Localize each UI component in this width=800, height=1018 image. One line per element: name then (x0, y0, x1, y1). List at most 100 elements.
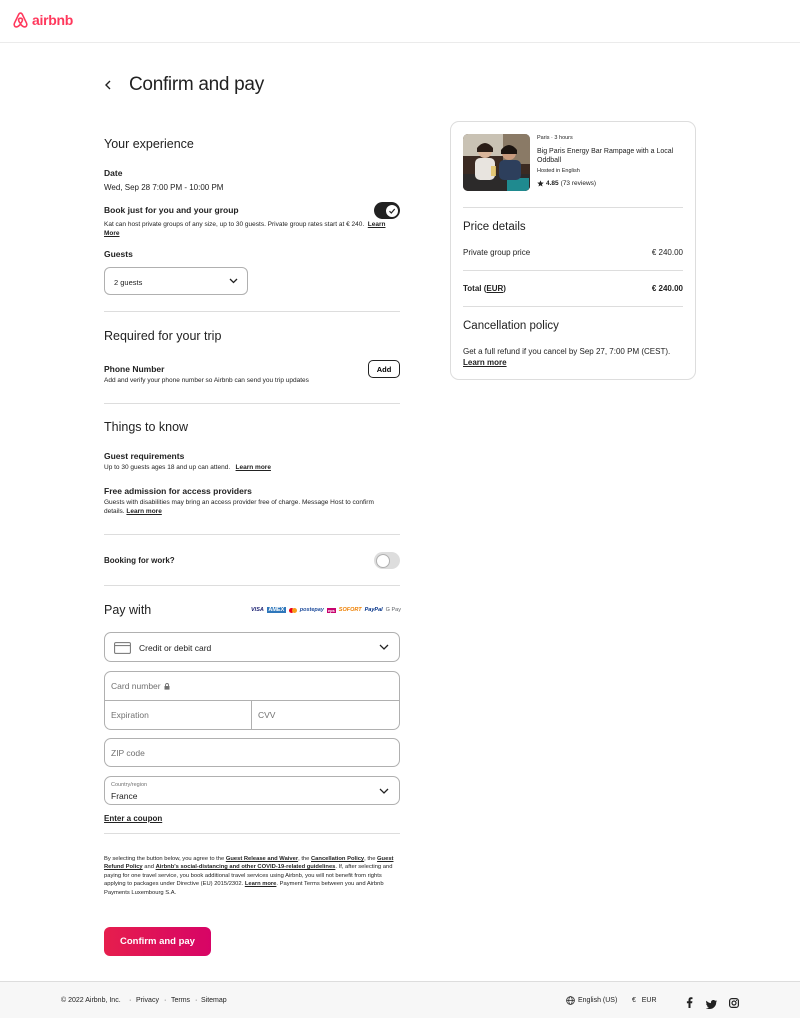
chevron-down-icon (229, 278, 238, 284)
listing-hosted-language: Hosted in English (537, 168, 580, 174)
brand-name: airbnb (32, 12, 73, 28)
enter-coupon-link[interactable]: Enter a coupon (104, 814, 162, 824)
cancellation-text: Get a full refund if you cancel by Sep 2… (463, 347, 671, 367)
postepay-logo: postepay (299, 607, 324, 613)
gpay-logo: G Pay (385, 607, 401, 613)
facebook-icon[interactable] (686, 995, 693, 1013)
cancellation-learn-more-link[interactable]: Learn more (463, 358, 507, 367)
guests-select[interactable]: 2 guests (104, 267, 248, 295)
required-heading: Required for your trip (104, 329, 222, 343)
guests-value: 2 guests (114, 278, 143, 287)
private-group-toggle[interactable] (374, 202, 400, 219)
things-heading: Things to know (104, 420, 189, 434)
total-value: € 240.00 (651, 284, 683, 293)
language-label: English (US) (578, 997, 618, 1004)
access-providers-text: Guests with disabilities may bring an ac… (104, 499, 374, 515)
rating-value: 4.85 (546, 180, 559, 187)
chevron-down-icon (379, 644, 389, 650)
divider (463, 270, 683, 271)
chevron-left-icon (105, 80, 111, 90)
divider (104, 534, 400, 535)
date-label: Date (104, 168, 123, 178)
instagram-icon[interactable] (729, 995, 740, 1013)
add-phone-button[interactable]: Add (368, 360, 400, 378)
toggle-knob (384, 203, 399, 218)
expiration-placeholder: Expiration (111, 710, 149, 720)
airbnb-logo[interactable]: airbnb (12, 11, 73, 29)
phone-label: Phone Number (104, 364, 165, 374)
learn-more-requirements-link[interactable]: Learn more (236, 464, 271, 471)
back-button[interactable] (100, 77, 116, 93)
pay-with-heading: Pay with (104, 603, 152, 617)
currency-selector[interactable]: € EUR (632, 997, 657, 1004)
listing-meta: Paris · 3 hours (537, 135, 573, 141)
payment-method-select[interactable]: Credit or debit card (104, 632, 400, 662)
private-group-description: Kat can host private groups of any size,… (104, 221, 386, 237)
learn-more-access-link[interactable]: Learn more (126, 508, 161, 515)
language-selector[interactable]: English (US) (566, 996, 617, 1005)
twitter-icon[interactable] (705, 996, 717, 1014)
expiration-input[interactable]: Expiration (104, 700, 252, 730)
paypal-logo: PayPal (364, 607, 383, 613)
divider (104, 311, 400, 312)
amex-logo: AMEX (266, 607, 286, 613)
currency-link[interactable]: EUR (486, 284, 503, 293)
visa-logo: VISA (251, 607, 264, 613)
divider (463, 306, 683, 307)
credit-card-icon (114, 642, 131, 654)
top-header: airbnb (0, 0, 800, 43)
privacy-link[interactable]: Privacy (136, 997, 159, 1004)
legal-text: By selecting the button below, you agree… (104, 856, 394, 896)
divider (104, 585, 400, 586)
card-number-input[interactable]: Card number (104, 671, 400, 701)
phone-description: Add and verify your phone number so Airb… (104, 377, 309, 384)
country-value: France (111, 791, 138, 801)
check-icon (388, 208, 395, 214)
guests-label: Guests (104, 249, 133, 259)
listing-title[interactable]: Big Paris Energy Bar Rampage with a Loca… (537, 147, 687, 165)
cancellation-policy-link[interactable]: Cancellation Policy (311, 856, 364, 862)
guest-requirements-label: Guest requirements (104, 451, 185, 461)
mastercard-logo (288, 607, 297, 613)
page-title: Confirm and pay (129, 74, 264, 95)
booking-for-work-toggle[interactable] (374, 552, 400, 569)
zip-code-placeholder: ZIP code (111, 747, 145, 758)
dot-separator: · (129, 997, 132, 1004)
toggle-knob (375, 553, 390, 568)
dot-separator: · (195, 997, 198, 1004)
payment-method-value: Credit or debit card (139, 643, 212, 653)
cancellation-heading: Cancellation policy (463, 320, 559, 332)
guest-release-link[interactable]: Guest Release and Waiver (226, 856, 298, 862)
country-label: Country/region (111, 782, 148, 788)
total-label: Total (EUR) (463, 284, 506, 293)
divider (104, 403, 400, 404)
price-line-value: € 240.00 (651, 248, 683, 257)
review-count: (73 reviews) (560, 180, 597, 187)
private-group-label: Book just for you and your group (104, 205, 239, 215)
reservation-summary-card: Paris · 3 hours Big Paris Energy Bar Ram… (450, 121, 696, 380)
listing-rating: 4.85 (73 reviews) (537, 180, 596, 187)
cvv-placeholder: CVV (258, 710, 276, 720)
dot-separator: · (164, 997, 167, 1004)
date-value: Wed, Sep 28 7:00 PM - 10:00 PM (104, 183, 224, 192)
divider (104, 833, 400, 834)
sofort-logo: SOFORT (338, 607, 362, 613)
experience-heading: Your experience (104, 137, 194, 151)
legal-learn-more-link[interactable]: Learn more (245, 881, 277, 887)
access-providers-label: Free admission for access providers (104, 486, 252, 496)
lock-icon (164, 682, 170, 690)
card-number-placeholder: Card number (111, 681, 161, 691)
terms-link[interactable]: Terms (171, 997, 190, 1004)
divider (463, 207, 683, 208)
covid-guidelines-link[interactable]: Airbnb's social-distancing and other COV… (156, 864, 336, 870)
zip-code-input[interactable]: ZIP code (104, 738, 400, 767)
eps-logo: eps (326, 607, 336, 613)
footer: © 2022 Airbnb, Inc. · Privacy · Terms · … (0, 981, 800, 1018)
cvv-input[interactable]: CVV (251, 700, 400, 730)
airbnb-icon (13, 12, 28, 28)
sitemap-link[interactable]: Sitemap (201, 997, 227, 1004)
price-line-label: Private group price (463, 248, 531, 257)
experience-photo (463, 134, 530, 191)
confirm-and-pay-button[interactable]: Confirm and pay (104, 927, 211, 956)
country-select[interactable]: Country/region France (104, 776, 400, 805)
